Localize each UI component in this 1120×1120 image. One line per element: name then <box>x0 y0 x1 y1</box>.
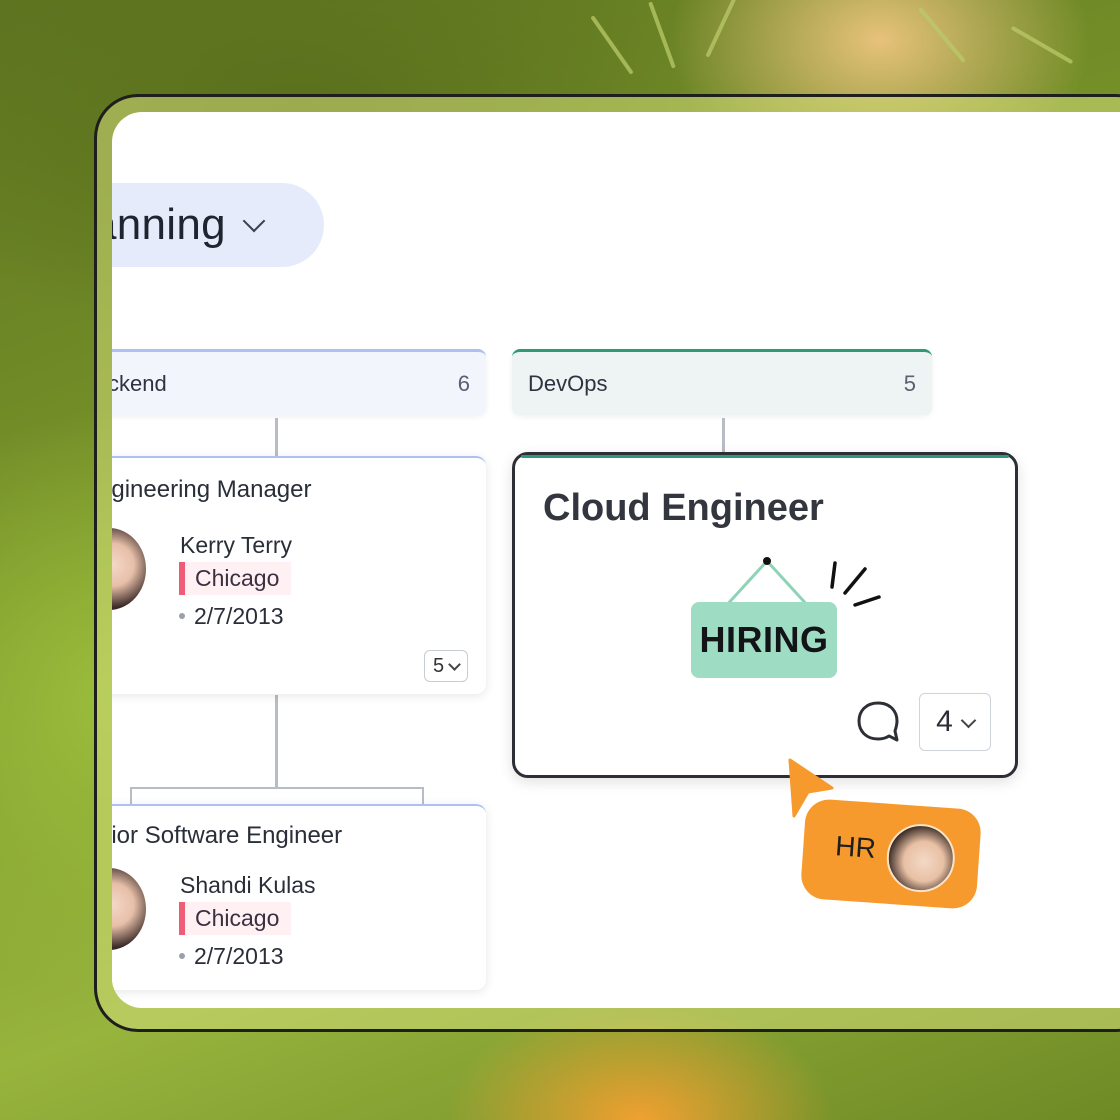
person-name: Kerry Terry <box>180 532 293 558</box>
group-name: ckend <box>112 370 167 396</box>
reports-count: 4 <box>936 705 953 738</box>
collaborator-label: HR <box>834 830 877 864</box>
hire-date: 2/7/2013 <box>194 943 284 969</box>
group-accent-line <box>521 455 1009 458</box>
planning-selector[interactable]: anning <box>112 183 324 267</box>
hiring-sign-icon: HIRING <box>691 602 837 678</box>
employee-card-cloud-engineer[interactable]: Cloud Engineer HIRING 4 <box>512 452 1018 778</box>
group-header-devops[interactable]: DevOps 5 <box>512 349 932 415</box>
connector-line <box>130 787 424 789</box>
avatar <box>112 528 146 610</box>
location-tag: Chicago <box>179 902 292 935</box>
connector-line <box>275 695 278 787</box>
location-tag: Chicago <box>179 562 292 595</box>
connector-line <box>275 418 278 456</box>
group-count: 5 <box>903 370 916 396</box>
chevron-down-icon <box>448 657 461 671</box>
group-header-backend[interactable]: ckend 6 <box>112 349 486 415</box>
employee-card-senior-engineer[interactable]: nior Software Engineer Shandi Kulas Chic… <box>112 804 486 990</box>
person-name: Shandi Kulas <box>180 872 316 898</box>
role-title: ngineering Manager <box>112 476 312 503</box>
planning-selector-label: anning <box>112 200 226 249</box>
comment-icon[interactable] <box>855 699 901 745</box>
group-count: 6 <box>457 370 470 396</box>
group-name: DevOps <box>528 370 608 396</box>
sign-string-icon <box>723 557 811 609</box>
collaborator-bubble[interactable]: HR <box>799 797 983 911</box>
hiring-sign-text: HIRING <box>699 619 829 660</box>
reports-count: 5 <box>433 654 445 677</box>
reports-count-dropdown[interactable]: 4 <box>919 693 991 751</box>
connector-line <box>130 787 132 805</box>
chevron-down-icon <box>960 712 977 728</box>
attention-lines-icon <box>830 561 881 607</box>
chevron-down-icon <box>242 209 266 233</box>
connector-line <box>422 787 424 805</box>
reports-count-dropdown[interactable]: 5 <box>424 650 469 682</box>
avatar <box>884 821 958 895</box>
role-title: nior Software Engineer <box>112 822 343 849</box>
role-title: Cloud Engineer <box>543 487 824 529</box>
avatar <box>112 868 146 950</box>
bullet-dot <box>179 953 185 959</box>
connector-line <box>722 418 725 452</box>
employee-card-eng-manager[interactable]: ngineering Manager Kerry Terry Chicago 2… <box>112 456 486 694</box>
hire-date: 2/7/2013 <box>194 603 284 629</box>
bullet-dot <box>179 613 185 619</box>
